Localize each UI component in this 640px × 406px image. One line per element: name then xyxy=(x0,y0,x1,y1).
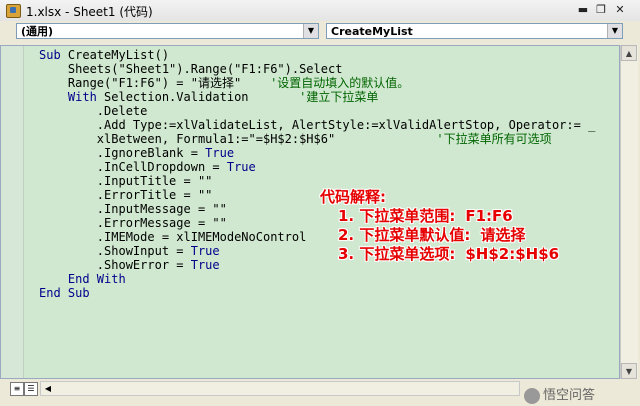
watermark-text: 悟空问答 xyxy=(543,388,596,403)
explanation-label: 2. 下拉菜单默认值: xyxy=(338,226,471,244)
code-line[interactable]: End With xyxy=(39,272,595,286)
watermark: 悟空问答 xyxy=(524,384,595,404)
code-token: .InputMessage = "" xyxy=(39,202,227,216)
object-dropdown[interactable]: (通用) ▼ xyxy=(16,23,319,39)
maximize-button[interactable]: ❐ xyxy=(592,2,610,19)
scroll-left-icon[interactable]: ◀ xyxy=(41,382,55,395)
code-token: xlBetween, Formula1:="=$H$2:$H$6" xyxy=(39,132,437,146)
code-keyword: True xyxy=(205,146,235,160)
code-token: .ErrorMessage = "" xyxy=(39,216,227,230)
scroll-down-icon[interactable]: ▼ xyxy=(621,363,637,379)
code-line[interactable]: .InCellDropdown = True xyxy=(39,160,595,174)
code-line[interactable]: .IgnoreBlank = True xyxy=(39,146,595,160)
code-line[interactable]: Sheets("Sheet1").Range("F1:F6").Select xyxy=(39,62,595,76)
horizontal-scrollbar[interactable]: ◀ xyxy=(40,381,520,396)
code-line[interactable]: .Delete xyxy=(39,104,595,118)
minimize-button[interactable]: ▬ xyxy=(574,2,592,19)
procedure-view-icon[interactable]: ≡ xyxy=(10,382,24,396)
code-keyword: True xyxy=(190,244,220,258)
code-token: .ShowInput = xyxy=(39,244,191,258)
code-token: Sheets("Sheet1").Range("F1:F6").Select xyxy=(39,62,343,76)
code-line[interactable]: .Add Type:=xlValidateList, AlertStyle:=x… xyxy=(39,118,596,132)
explanation-item: 2. 下拉菜单默认值: 请选择 xyxy=(338,226,610,245)
scroll-up-icon[interactable]: ▲ xyxy=(621,45,637,61)
vba-module-icon xyxy=(6,4,21,18)
full-module-view-icon[interactable]: ☰ xyxy=(24,382,38,396)
explanation-value: $H$2:$H$6 xyxy=(465,245,560,263)
explanation-label: 3. 下拉菜单选项: xyxy=(338,245,456,263)
code-line[interactable]: Range("F1:F6") = "请选择" '设置自动填入的默认值。 xyxy=(39,76,595,90)
close-button[interactable]: ✕ xyxy=(611,2,629,19)
code-keyword: True xyxy=(190,258,220,272)
code-line[interactable]: End Sub xyxy=(39,286,595,300)
code-token: .Delete xyxy=(39,104,148,118)
code-keyword: End Sub xyxy=(39,286,90,300)
code-line[interactable]: xlBetween, Formula1:="=$H$2:$H$6" '下拉菜单所… xyxy=(39,132,595,146)
code-line[interactable]: Sub CreateMyList() xyxy=(39,48,595,62)
explanation-label: 1. 下拉菜单范围: xyxy=(338,207,456,225)
margin-indicator-bar[interactable] xyxy=(1,46,24,378)
code-token: .ErrorTitle = "" xyxy=(39,188,213,202)
code-token: Range("F1:F6") = "请选择" xyxy=(39,76,271,90)
code-token: .ShowError = xyxy=(39,258,191,272)
chevron-down-icon[interactable]: ▼ xyxy=(607,24,622,38)
explanation-value: 请选择 xyxy=(480,226,526,244)
object-dropdown-value: (通用) xyxy=(21,25,54,38)
procedure-dropdown-value: CreateMyList xyxy=(331,25,413,38)
procedure-dropdown[interactable]: CreateMyList ▼ xyxy=(326,23,623,39)
code-line[interactable]: With Selection.Validation '建立下拉菜单 xyxy=(39,90,595,104)
explanation-item: 3. 下拉菜单选项: $H$2:$H$6 xyxy=(338,245,610,264)
code-token: .Add Type:=xlValidateList, AlertStyle:=x… xyxy=(39,118,596,132)
vertical-scrollbar[interactable]: ▲ ▼ xyxy=(620,45,638,379)
code-token: CreateMyList() xyxy=(67,48,170,62)
code-token: Selection.Validation xyxy=(104,90,300,104)
code-explanation: 代码解释: 1. 下拉菜单范围: F1:F6 2. 下拉菜单默认值: 请选择 3. … xyxy=(320,188,610,264)
code-line[interactable]: .InputTitle = "" xyxy=(39,174,595,188)
code-token: .InputTitle = "" xyxy=(39,174,213,188)
code-token: .InCellDropdown = xyxy=(39,160,227,174)
procedure-toolbar: (通用) ▼ CreateMyList ▼ xyxy=(0,21,640,45)
explanation-value: F1:F6 xyxy=(465,207,513,225)
code-keyword: End With xyxy=(39,272,126,286)
code-keyword: True xyxy=(226,160,256,174)
explanation-heading: 代码解释: xyxy=(320,188,386,206)
code-keyword: With xyxy=(39,90,105,104)
wukong-logo-icon xyxy=(524,387,540,404)
code-comment: '下拉菜单所有可选项 xyxy=(436,132,552,146)
window-title: 1.xlsx - Sheet1 (代码) xyxy=(26,5,153,19)
code-comment: '建立下拉菜单 xyxy=(299,90,379,104)
code-token: .IgnoreBlank = xyxy=(39,146,206,160)
title-bar: 1.xlsx - Sheet1 (代码) ▬ ❐ ✕ xyxy=(0,0,640,22)
code-keyword: Sub xyxy=(39,48,68,62)
code-token: .IMEMode = xlIMEModeNoControl xyxy=(39,230,307,244)
chevron-down-icon[interactable]: ▼ xyxy=(303,24,318,38)
explanation-item: 1. 下拉菜单范围: F1:F6 xyxy=(338,207,610,226)
code-comment: '设置自动填入的默认值。 xyxy=(270,76,410,90)
